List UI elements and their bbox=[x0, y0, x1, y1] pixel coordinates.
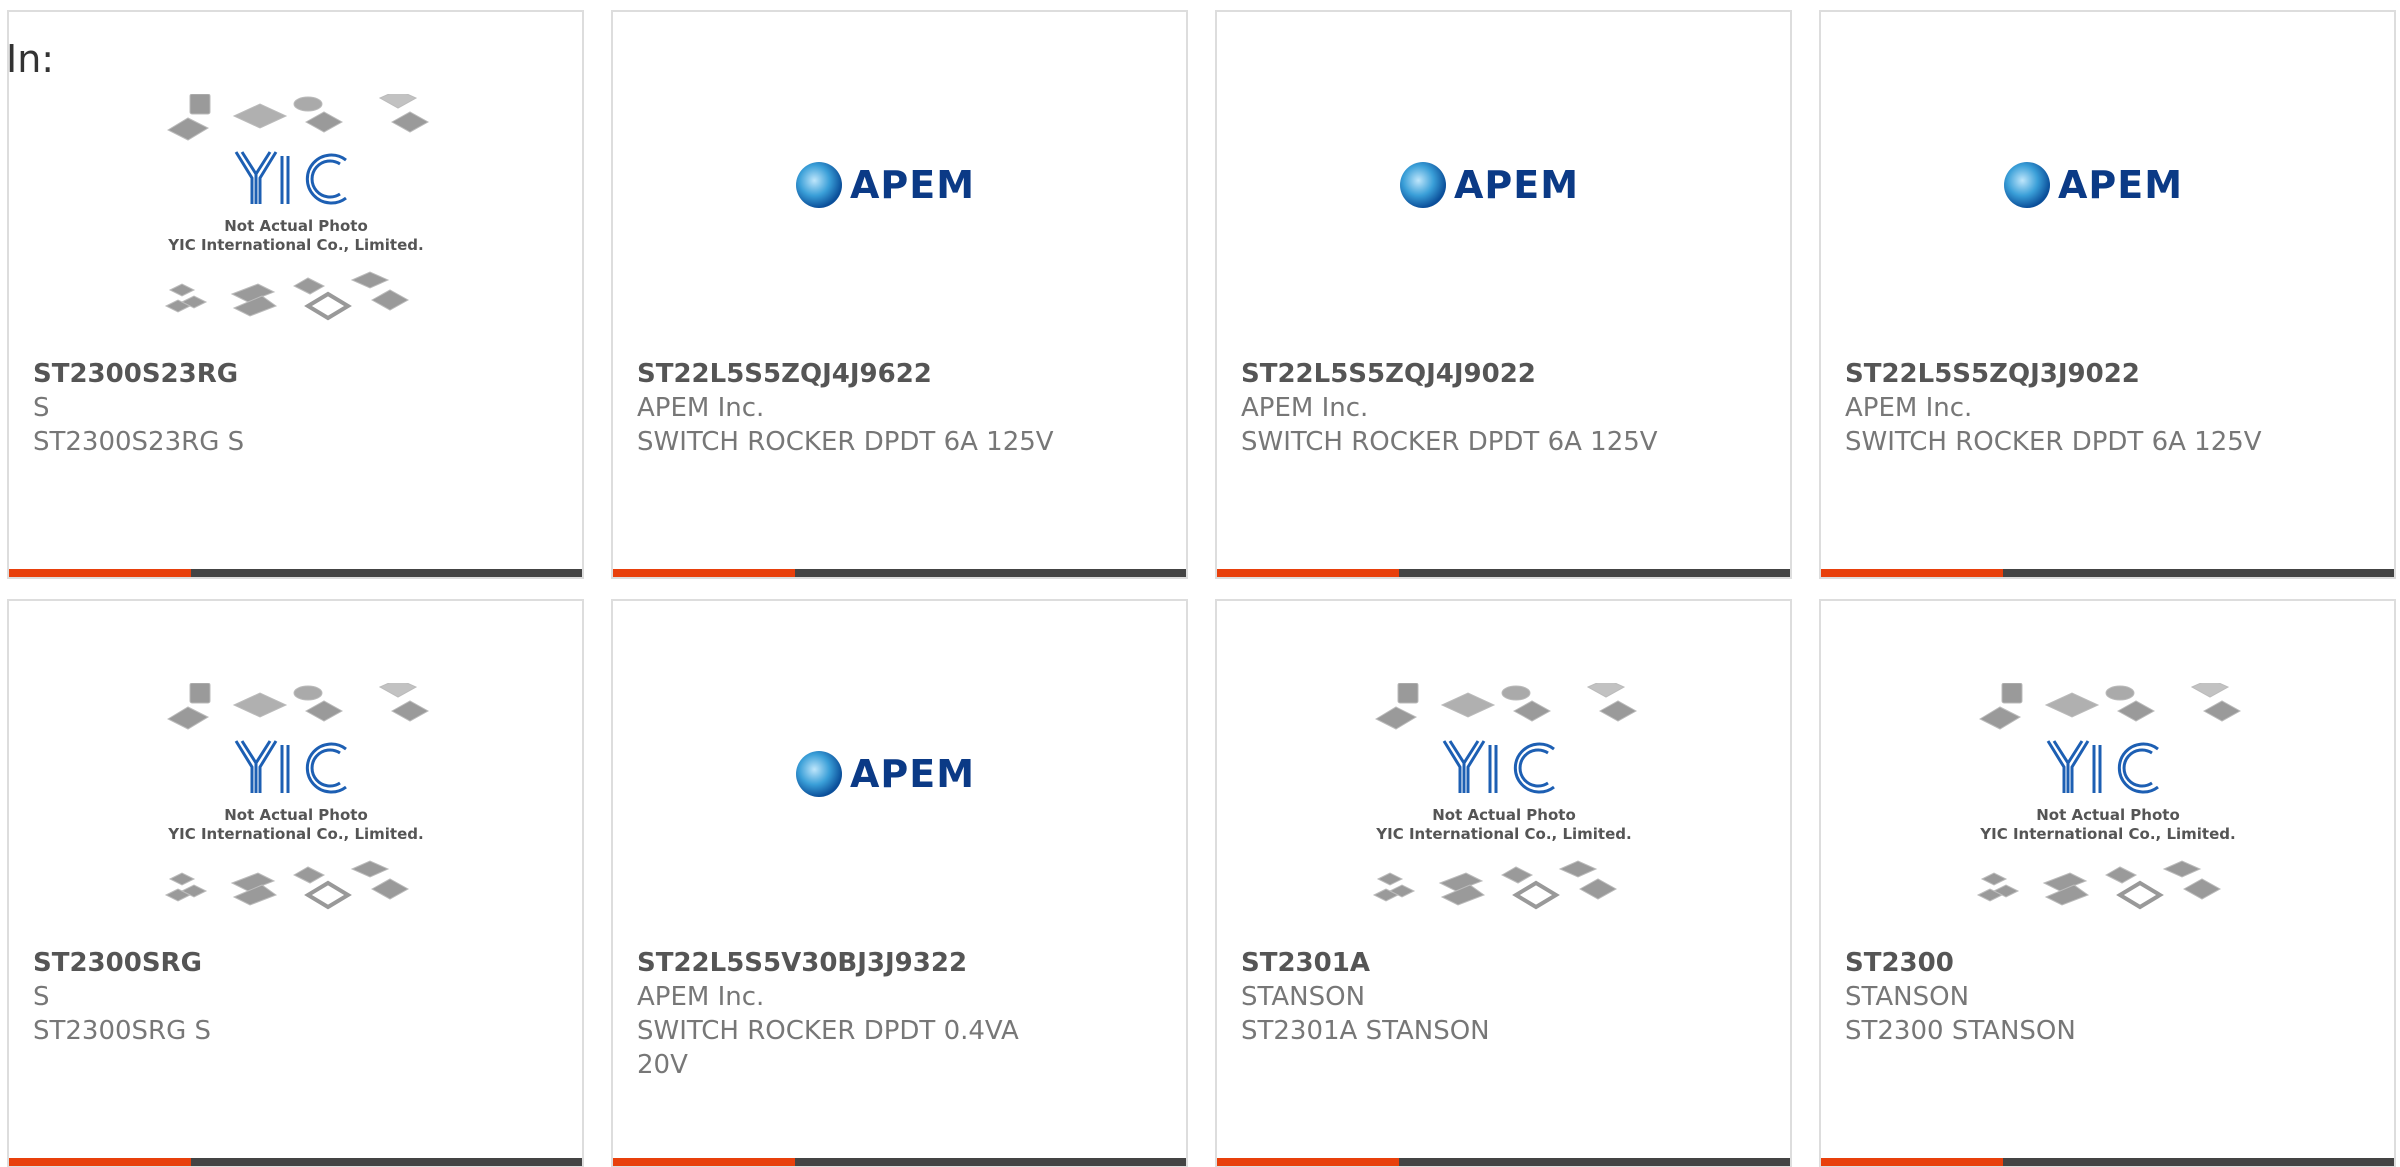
card-accent-bar bbox=[1821, 569, 2003, 577]
not-actual-photo-placeholder: Not Actual Photo YIC International Co., … bbox=[164, 683, 429, 910]
product-info: ST22L5S5ZQJ4J9622 APEM Inc. SWITCH ROCKER … bbox=[637, 357, 1067, 459]
product-grid-page: In: Not Actual Photo YIC International C… bbox=[0, 0, 2400, 1167]
product-card[interactable]: APEM ST22L5S5ZQJ4J9622 APEM Inc. SWITCH RO… bbox=[611, 10, 1188, 579]
card-bottom-bar bbox=[1821, 569, 2394, 577]
product-card[interactable]: Not Actual Photo YIC International Co., … bbox=[7, 10, 584, 579]
description: SWITCH ROCKER DPDT 0.4VA 20V bbox=[637, 1016, 1019, 1080]
product-card[interactable]: APEM ST22L5S5V30BJ3J9322 APEM Inc. SWITCH … bbox=[611, 599, 1188, 1167]
product-info: ST2301A STANSON ST2301A STANSON bbox=[1241, 946, 1671, 1048]
yic-line2: YIC International Co., Limited. bbox=[167, 236, 423, 254]
apem-logo: APEM bbox=[1399, 162, 1579, 208]
card-bottom-bar bbox=[9, 569, 582, 577]
manufacturer: APEM Inc. bbox=[1241, 393, 1369, 423]
part-number-link[interactable]: ST22L5S5V30BJ3J9322 bbox=[637, 946, 1067, 980]
filter-label: In: bbox=[6, 37, 55, 81]
part-number-link[interactable]: ST2300SRG bbox=[33, 946, 463, 980]
card-accent-bar bbox=[1217, 1158, 1399, 1166]
apem-logo: APEM bbox=[795, 162, 975, 208]
manufacturer: APEM Inc. bbox=[637, 982, 765, 1012]
card-bottom-bar bbox=[613, 1158, 1186, 1166]
manufacturer: S bbox=[33, 393, 50, 423]
description: ST2301A STANSON bbox=[1241, 1016, 1490, 1046]
manufacturer: STANSON bbox=[1241, 982, 1366, 1012]
card-accent-bar bbox=[1821, 1158, 2003, 1166]
product-info: ST22L5S5ZQJ3J9022 APEM Inc. SWITCH ROCKER … bbox=[1845, 357, 2275, 459]
part-number-link[interactable]: ST22L5S5ZQJ3J9022 bbox=[1845, 357, 2275, 391]
product-info: ST2300SRG S ST2300SRG S bbox=[33, 946, 463, 1048]
product-thumbnail[interactable]: Not Actual Photo YIC International Co., … bbox=[1821, 683, 2394, 953]
description: SWITCH ROCKER DPDT 6A 125V bbox=[637, 427, 1054, 457]
yic-line2: YIC International Co., Limited. bbox=[1375, 825, 1631, 843]
product-thumbnail[interactable]: Not Actual Photo YIC International Co., … bbox=[9, 683, 582, 953]
manufacturer: APEM Inc. bbox=[637, 393, 765, 423]
product-info: ST2300 STANSON ST2300 STANSON bbox=[1845, 946, 2275, 1048]
not-actual-photo-placeholder: Not Actual Photo YIC International Co., … bbox=[1372, 683, 1637, 910]
apem-logo: APEM bbox=[2003, 162, 2183, 208]
description: ST2300 STANSON bbox=[1845, 1016, 2076, 1046]
apem-logo-text: APEM bbox=[2058, 163, 2183, 207]
not-actual-photo-placeholder: Not Actual Photo YIC International Co., … bbox=[164, 94, 429, 321]
card-accent-bar bbox=[613, 1158, 795, 1166]
product-info: ST2300S23RG S ST2300S23RG S bbox=[33, 357, 463, 459]
card-accent-bar bbox=[613, 569, 795, 577]
product-card[interactable]: Not Actual Photo YIC International Co., … bbox=[1215, 599, 1792, 1167]
part-number-link[interactable]: ST22L5S5ZQJ4J9022 bbox=[1241, 357, 1671, 391]
product-info: ST22L5S5ZQJ4J9022 APEM Inc. SWITCH ROCKER … bbox=[1241, 357, 1671, 459]
product-thumbnail[interactable]: Not Actual Photo YIC International Co., … bbox=[9, 94, 582, 364]
yic-line2: YIC International Co., Limited. bbox=[167, 825, 423, 843]
part-number-link[interactable]: ST2300S23RG bbox=[33, 357, 463, 391]
part-number-link[interactable]: ST2300 bbox=[1845, 946, 2275, 980]
product-card[interactable]: Not Actual Photo YIC International Co., … bbox=[1819, 599, 2396, 1167]
description: SWITCH ROCKER DPDT 6A 125V bbox=[1845, 427, 2262, 457]
product-thumbnail[interactable]: Not Actual Photo YIC International Co., … bbox=[1217, 683, 1790, 953]
manufacturer: APEM Inc. bbox=[1845, 393, 1973, 423]
apem-logo-text: APEM bbox=[850, 752, 975, 796]
card-accent-bar bbox=[9, 1158, 191, 1166]
card-accent-bar bbox=[9, 569, 191, 577]
product-card[interactable]: Not Actual Photo YIC International Co., … bbox=[7, 599, 584, 1167]
yic-line2: YIC International Co., Limited. bbox=[1979, 825, 2235, 843]
card-bottom-bar bbox=[9, 1158, 582, 1166]
part-number-link[interactable]: ST2301A bbox=[1241, 946, 1671, 980]
part-number-link[interactable]: ST22L5S5ZQJ4J9622 bbox=[637, 357, 1067, 391]
apem-logo: APEM bbox=[795, 751, 975, 797]
yic-line1: Not Actual Photo bbox=[224, 806, 368, 824]
product-info: ST22L5S5V30BJ3J9322 APEM Inc. SWITCH ROCKE… bbox=[637, 946, 1067, 1082]
card-accent-bar bbox=[1217, 569, 1399, 577]
card-bottom-bar bbox=[613, 569, 1186, 577]
card-bottom-bar bbox=[1217, 569, 1790, 577]
description: SWITCH ROCKER DPDT 6A 125V bbox=[1241, 427, 1658, 457]
product-card[interactable]: APEM ST22L5S5ZQJ4J9022 APEM Inc. SWITCH RO… bbox=[1215, 10, 1792, 579]
card-bottom-bar bbox=[1217, 1158, 1790, 1166]
apem-logo-text: APEM bbox=[850, 163, 975, 207]
yic-line1: Not Actual Photo bbox=[1432, 806, 1576, 824]
manufacturer: STANSON bbox=[1845, 982, 1970, 1012]
product-card[interactable]: APEM ST22L5S5ZQJ3J9022 APEM Inc. SWITCH RO… bbox=[1819, 10, 2396, 579]
apem-logo-text: APEM bbox=[1454, 163, 1579, 207]
card-bottom-bar bbox=[1821, 1158, 2394, 1166]
yic-line1: Not Actual Photo bbox=[2036, 806, 2180, 824]
yic-line1: Not Actual Photo bbox=[224, 217, 368, 235]
description: ST2300SRG S bbox=[33, 1016, 212, 1046]
description: ST2300S23RG S bbox=[33, 427, 245, 457]
not-actual-photo-placeholder: Not Actual Photo YIC International Co., … bbox=[1976, 683, 2241, 910]
manufacturer: S bbox=[33, 982, 50, 1012]
